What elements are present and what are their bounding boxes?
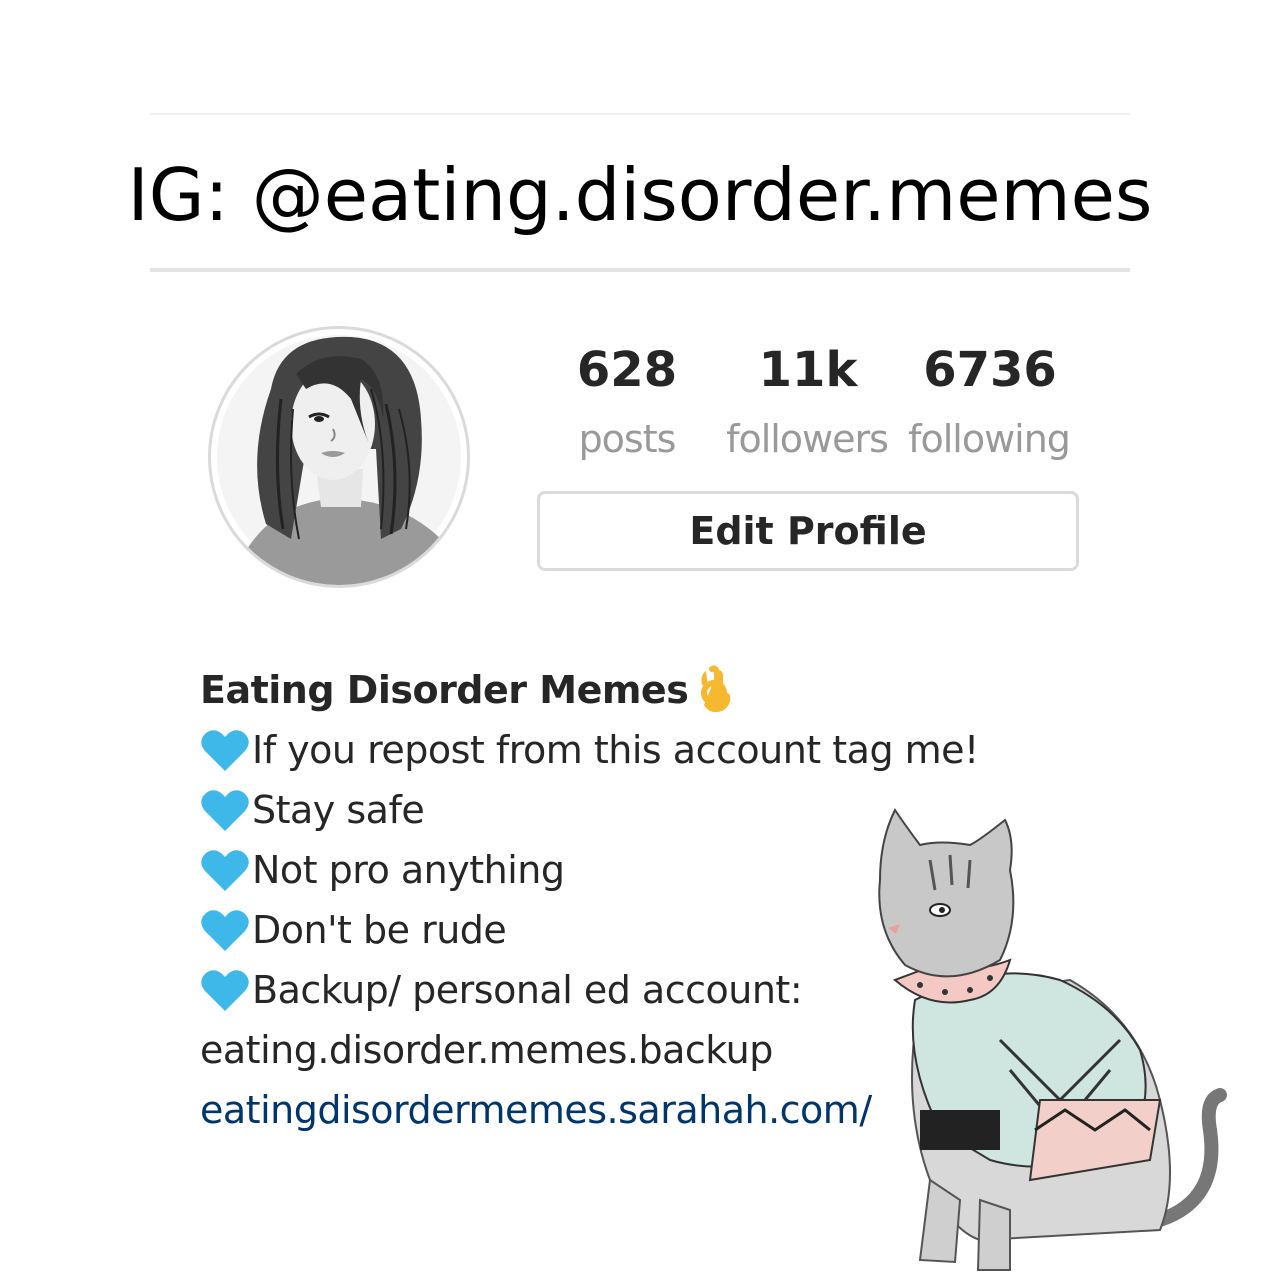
bottom-divider — [150, 268, 1130, 272]
blue-heart-icon — [201, 850, 249, 891]
avatar[interactable] — [208, 326, 470, 588]
bio-line-text: Backup/ personal ed account: — [252, 968, 803, 1012]
following-count[interactable]: 6736 — [920, 340, 1060, 400]
top-divider — [150, 113, 1130, 115]
followers-count[interactable]: 11k — [742, 340, 874, 400]
cat-in-sweater-illustration — [878, 808, 1227, 1271]
edit-profile-button[interactable]: Edit Profile — [537, 491, 1079, 571]
bio-line-text: Stay safe — [252, 788, 425, 832]
banner-title: IG: @eating.disorder.memes — [127, 153, 1153, 237]
bio-line: If you repost from this account tag me! — [200, 720, 1100, 780]
posts-count: 628 — [576, 342, 678, 398]
bio-line-text: Don't be rude — [252, 908, 507, 952]
bio-name: Eating Disorder Memes — [200, 668, 689, 712]
following-label[interactable]: following — [896, 414, 1082, 464]
bio-line-text: Not pro anything — [252, 848, 565, 892]
posts-label: posts — [578, 417, 677, 461]
bio-name-row: Eating Disorder Memes — [200, 660, 1100, 720]
ok-hand-icon — [701, 665, 731, 713]
blue-heart-icon — [201, 970, 249, 1011]
blue-heart-icon — [201, 730, 249, 771]
blue-heart-icon — [201, 790, 249, 831]
avatar-illustration — [217, 335, 461, 585]
bio-website-link[interactable]: eatingdisordermemes.sarahah.com/ — [200, 1080, 872, 1140]
bio-line-text: If you repost from this account tag me! — [252, 728, 979, 772]
blue-heart-icon — [201, 910, 249, 951]
followers-label[interactable]: followers — [712, 414, 902, 464]
